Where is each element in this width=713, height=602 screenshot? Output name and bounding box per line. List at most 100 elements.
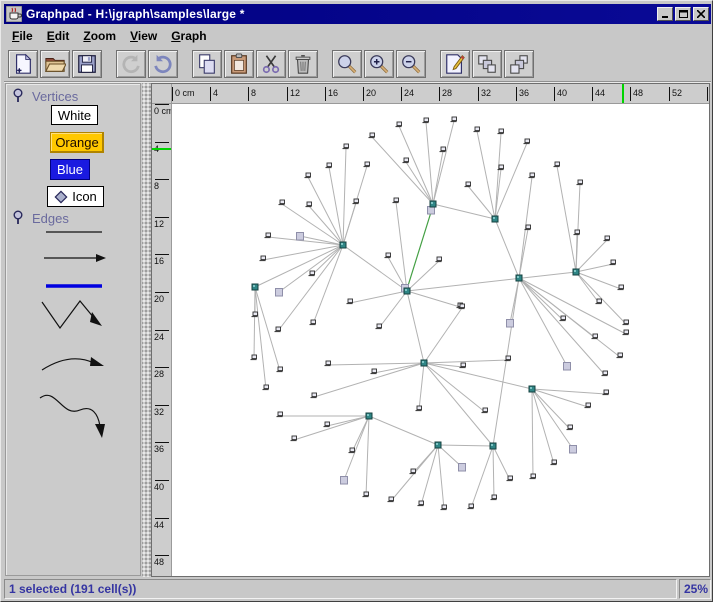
sidebar-splitter[interactable] — [142, 83, 151, 577]
graph-edge[interactable] — [398, 125, 434, 205]
menu-item-file[interactable]: File — [12, 29, 33, 43]
graph-leaf-node[interactable] — [576, 179, 583, 186]
graph-edge[interactable] — [432, 150, 444, 205]
graph-leaf-node[interactable] — [392, 197, 399, 204]
graph-leaf-node[interactable] — [250, 354, 257, 361]
graph-leaf-node[interactable] — [553, 161, 560, 168]
graph-edge[interactable] — [492, 277, 520, 447]
menu-item-graph[interactable]: Graph — [171, 29, 206, 43]
graph-edge[interactable] — [437, 444, 445, 510]
graph-leaf-node[interactable] — [415, 405, 422, 412]
graph-leaf-node[interactable] — [440, 504, 447, 511]
graph-leaf-node[interactable] — [497, 128, 504, 135]
vertex-swatch-white[interactable]: White — [51, 105, 98, 125]
graph-square-node[interactable] — [340, 476, 348, 485]
graph-edge[interactable] — [373, 362, 425, 374]
maximize-button[interactable] — [675, 7, 691, 21]
graph-hub-node[interactable] — [339, 241, 347, 249]
graph-leaf-node[interactable] — [609, 259, 616, 266]
graph-leaf-node[interactable] — [439, 146, 446, 153]
graph-edge[interactable] — [327, 362, 425, 366]
undo-button[interactable] — [116, 49, 146, 78]
graph-leaf-node[interactable] — [409, 468, 416, 475]
graph-edge[interactable] — [371, 136, 434, 205]
graph-leaf-node[interactable] — [348, 447, 355, 454]
cut-button[interactable] — [256, 49, 286, 78]
graph-leaf-node[interactable] — [506, 475, 513, 482]
graph-edge[interactable] — [406, 290, 461, 308]
graph-leaf-node[interactable] — [262, 384, 269, 391]
graph-edge[interactable] — [405, 161, 434, 205]
menu-item-view[interactable]: View — [130, 29, 157, 43]
graph-edge[interactable] — [368, 415, 439, 446]
graph-edge[interactable] — [476, 130, 496, 220]
to-front-button[interactable] — [472, 49, 502, 78]
graph-edge[interactable] — [378, 290, 408, 329]
graph-edge[interactable] — [575, 239, 608, 273]
graph-edge[interactable] — [277, 244, 344, 332]
graph-edge[interactable] — [518, 277, 568, 367]
zoom-out-button[interactable] — [396, 49, 426, 78]
graph-edge[interactable] — [253, 286, 256, 360]
save-button[interactable] — [72, 49, 102, 78]
graph-edge[interactable] — [423, 362, 494, 447]
edge-style-blue-line[interactable] — [36, 280, 122, 292]
graph-edge[interactable] — [531, 388, 574, 450]
new-button[interactable] — [8, 49, 38, 78]
graph-leaf-node[interactable] — [375, 323, 382, 330]
graph-edge[interactable] — [556, 165, 577, 273]
graph-leaf-node[interactable] — [473, 126, 480, 133]
vertex-swatch-blue[interactable]: Blue — [50, 159, 90, 180]
menu-item-edit[interactable]: Edit — [47, 29, 70, 43]
zoom-in-button[interactable] — [364, 49, 394, 78]
graph-hub-node[interactable] — [515, 274, 523, 282]
graph-edge[interactable] — [432, 120, 455, 205]
graph-leaf-node[interactable] — [304, 172, 311, 179]
vertices-header[interactable]: Vertices — [12, 88, 78, 104]
graph-edge[interactable] — [518, 277, 564, 321]
graph-leaf-node[interactable] — [523, 138, 530, 145]
graph-leaf-node[interactable] — [305, 201, 312, 208]
graph-leaf-node[interactable] — [528, 172, 535, 179]
graph-edge[interactable] — [293, 415, 370, 441]
graph-hub-node[interactable] — [429, 200, 437, 208]
title-bar[interactable]: Graphpad - H:\jgraph\samples\large * — [4, 4, 711, 24]
graph-edge[interactable] — [425, 121, 434, 205]
graph-edge[interactable] — [395, 201, 408, 292]
graph-leaf-node[interactable] — [529, 473, 536, 480]
graph-edge[interactable] — [470, 445, 494, 509]
graph-leaf-node[interactable] — [467, 503, 474, 510]
graph-leaf-node[interactable] — [325, 162, 332, 169]
graph-square-node[interactable] — [458, 463, 466, 472]
graph-leaf-node[interactable] — [274, 326, 281, 333]
graph-edge[interactable] — [254, 286, 267, 390]
graph-leaf-node[interactable] — [352, 198, 359, 205]
graph-hub-node[interactable] — [403, 287, 411, 295]
graph-leaf-node[interactable] — [278, 199, 285, 206]
open-button[interactable] — [40, 49, 70, 78]
graph-edge[interactable] — [342, 147, 347, 246]
graph-leaf-node[interactable] — [417, 500, 424, 507]
graph-square-node[interactable] — [275, 288, 283, 297]
graph-leaf-node[interactable] — [422, 117, 429, 124]
graph-hub-node[interactable] — [434, 441, 442, 449]
graph-leaf-node[interactable] — [435, 256, 442, 263]
graph-leaf-node[interactable] — [603, 235, 610, 242]
graph-leaf-node[interactable] — [362, 491, 369, 498]
graph-edge[interactable] — [437, 444, 494, 447]
graph-edge[interactable] — [518, 277, 606, 376]
graph-leaf-node[interactable] — [363, 161, 370, 168]
graph-edge[interactable] — [531, 388, 607, 395]
graph-hub-node[interactable] — [420, 359, 428, 367]
graph-edge[interactable] — [492, 445, 495, 500]
graph-leaf-node[interactable] — [490, 494, 497, 501]
graph-edge[interactable] — [432, 203, 496, 220]
edit-cell-button[interactable] — [440, 49, 470, 78]
graph-edge[interactable] — [349, 290, 408, 304]
graph-square-node[interactable] — [563, 362, 571, 371]
graph-edge[interactable] — [313, 362, 425, 398]
graph-edge[interactable] — [278, 244, 344, 293]
graph-edge[interactable] — [328, 166, 344, 246]
copy-button[interactable] — [192, 49, 222, 78]
graph-leaf-node[interactable] — [308, 270, 315, 277]
